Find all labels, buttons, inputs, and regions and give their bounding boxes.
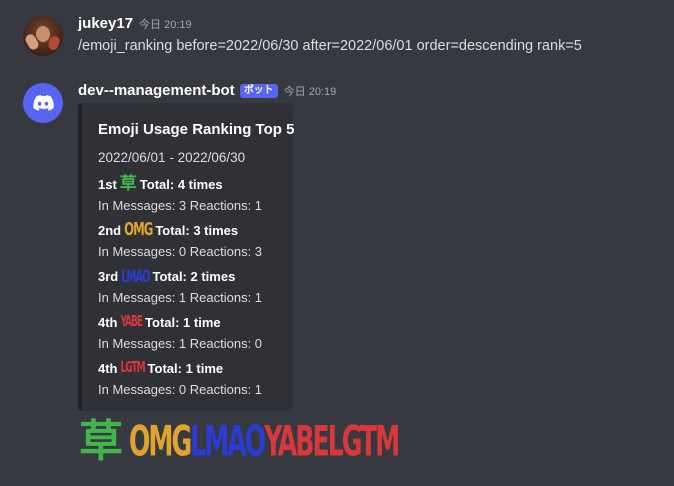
rank-label: 3rd [98, 269, 119, 284]
emoji-reaction-row: 草 OMG LMAO YABE LGTM [79, 418, 400, 466]
bot-name[interactable]: dev--management-bot [78, 82, 235, 99]
kusa-emoji-icon[interactable]: 草 [79, 420, 123, 464]
user-avatar[interactable] [23, 16, 63, 56]
usage-breakdown: In Messages: 1 Reactions: 0 [98, 336, 263, 351]
bot-timestamp: 今日 20:19 [283, 86, 337, 98]
command-text: /emoji_ranking before=2022/06/30 after=2… [78, 38, 582, 54]
ranking-field-2: 2nd OMG Total: 3 times In Messages: 0 Re… [98, 221, 262, 260]
lmao-emoji-icon[interactable]: LMAO [190, 420, 266, 463]
ranking-field-3: 3rd LMAO Total: 2 times In Messages: 1 R… [98, 267, 262, 306]
omg-emoji-icon[interactable]: OMG [129, 420, 192, 463]
ranking-embed: Emoji Usage Ranking Top 5 2022/06/01 - 2… [78, 103, 295, 411]
rank-label: 2nd [98, 223, 122, 238]
kusa-emoji-icon: 草 [119, 174, 137, 194]
bot-tag-badge: ボット [239, 84, 278, 98]
yabe-emoji-icon: YABE [120, 313, 144, 330]
usage-breakdown: In Messages: 1 Reactions: 1 [98, 290, 263, 305]
total-label: Total: 1 time [147, 361, 224, 376]
total-label: Total: 4 times [139, 177, 223, 192]
ranking-field-1: 1st 草 Total: 4 times In Messages: 3 Reac… [98, 175, 262, 214]
user-name[interactable]: jukey17 [78, 15, 133, 32]
lmao-emoji-icon: LMAO [121, 266, 150, 287]
embed-title: Emoji Usage Ranking Top 5 [98, 121, 295, 138]
lgtm-emoji-icon[interactable]: LGTM [328, 420, 400, 463]
ranking-field-5: 4th LGTM Total: 1 time In Messages: 0 Re… [98, 359, 262, 398]
yabe-emoji-icon[interactable]: YABE [264, 420, 329, 463]
total-label: Total: 2 times [152, 269, 236, 284]
user-timestamp: 今日 20:19 [139, 19, 192, 31]
discord-logo-icon [33, 95, 54, 111]
rank-label: 4th [98, 361, 118, 376]
usage-breakdown: In Messages: 0 Reactions: 3 [98, 244, 263, 259]
ranking-field-4: 4th YABE Total: 1 time In Messages: 1 Re… [98, 313, 262, 352]
embed-date-range: 2022/06/01 - 2022/06/30 [98, 150, 246, 165]
rank-label: 4th [98, 315, 118, 330]
rank-label: 1st [98, 177, 117, 192]
total-label: Total: 3 times [155, 223, 239, 238]
lgtm-emoji-icon: LGTM [120, 359, 146, 376]
usage-breakdown: In Messages: 3 Reactions: 1 [98, 198, 263, 213]
usage-breakdown: In Messages: 0 Reactions: 1 [98, 382, 263, 397]
bot-avatar[interactable] [23, 83, 63, 123]
total-label: Total: 1 time [145, 315, 221, 330]
omg-emoji-icon: OMG [124, 220, 153, 241]
